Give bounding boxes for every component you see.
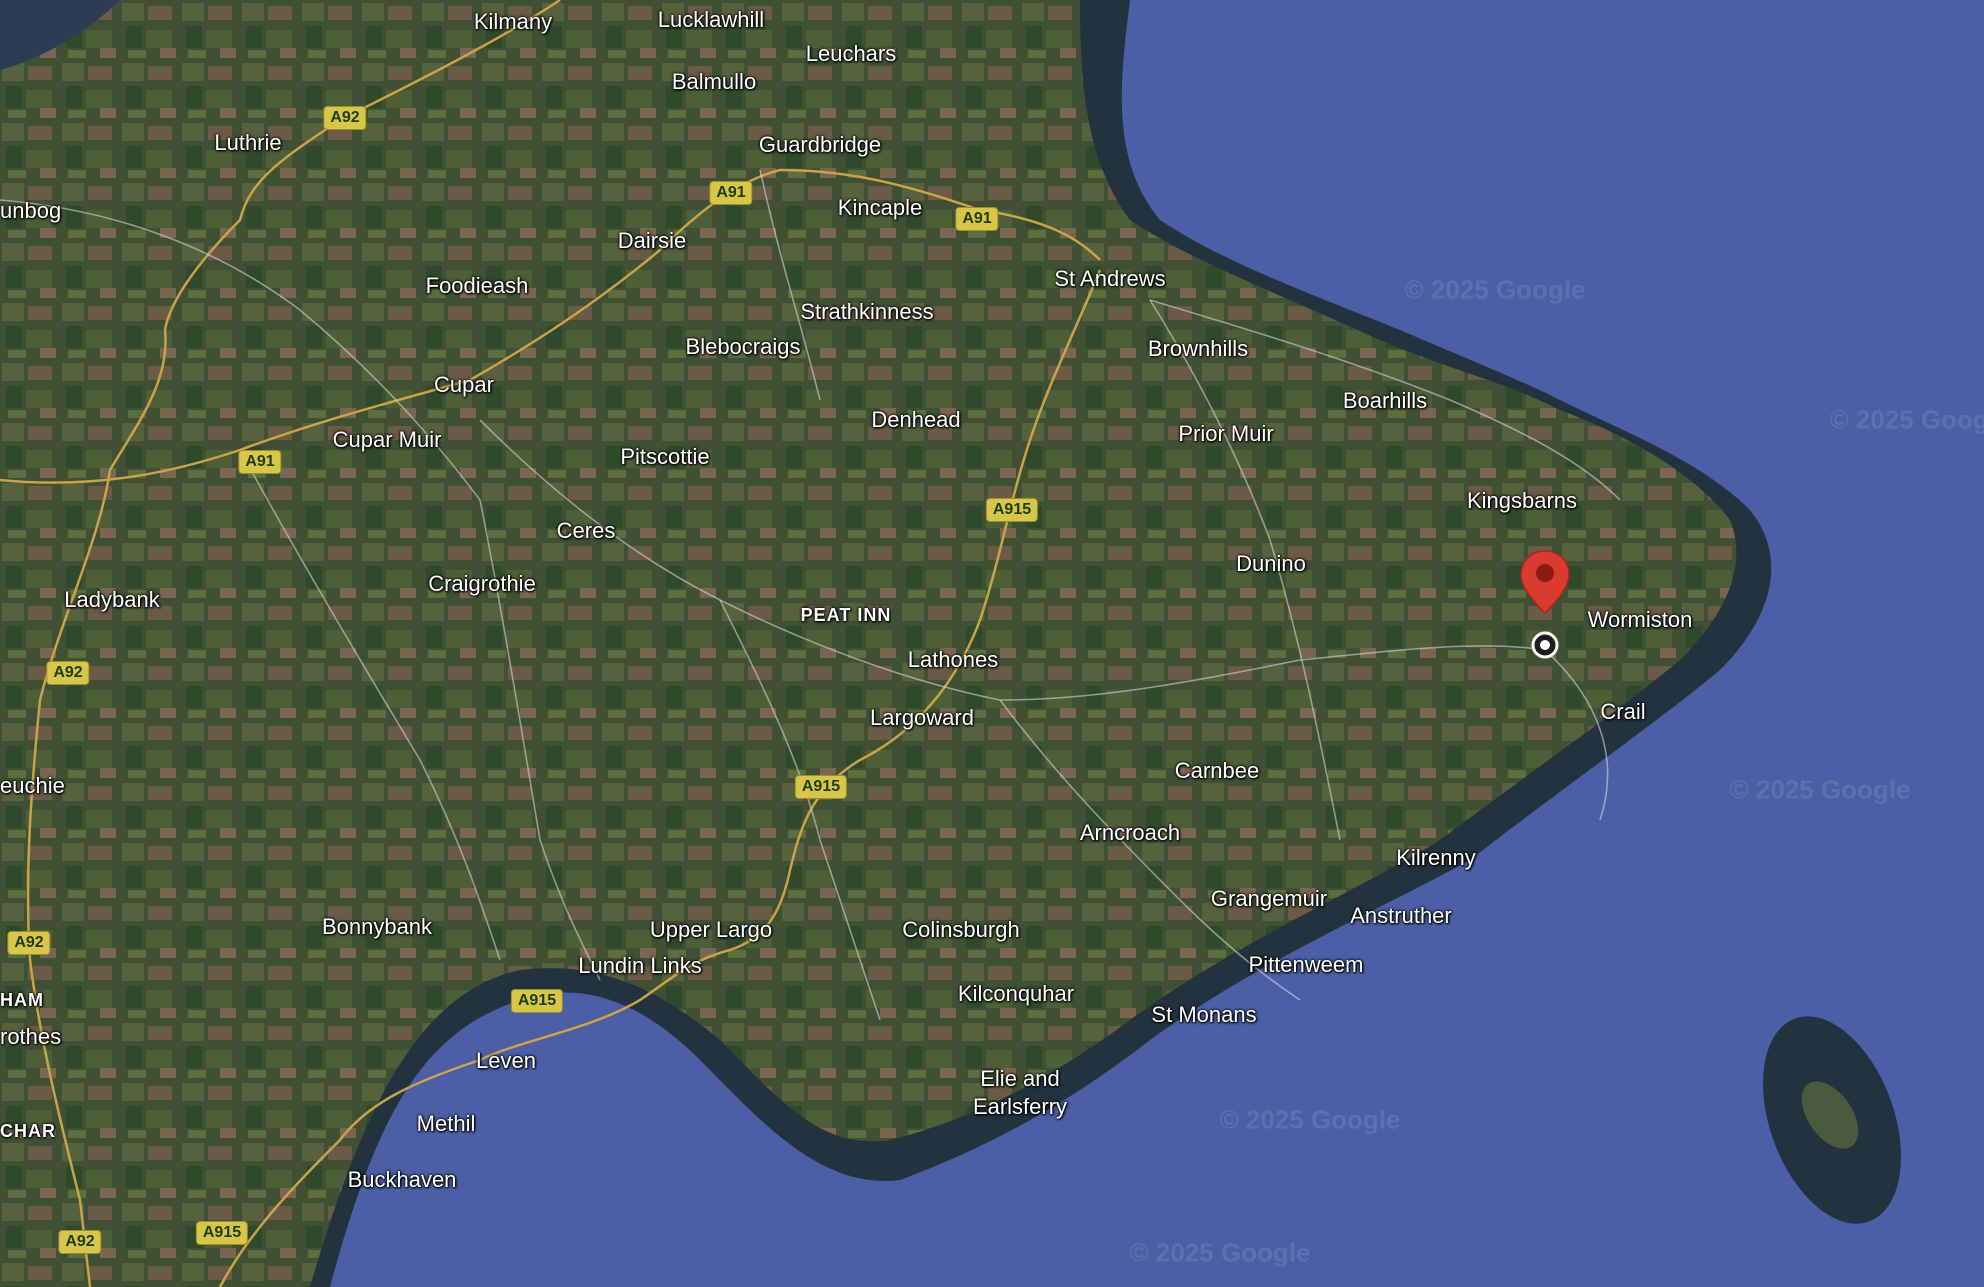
place-label[interactable]: Upper Largo <box>650 919 772 941</box>
watermark: © 2025 Google <box>1729 774 1911 805</box>
place-label[interactable]: Methil <box>417 1113 476 1135</box>
watermark: © 2025 Google <box>1129 1237 1311 1268</box>
place-label[interactable]: Craigrothie <box>428 573 536 595</box>
road-shield: A91 <box>709 181 753 205</box>
place-label[interactable]: PEAT INN <box>801 606 892 624</box>
road-shield: A92 <box>7 931 51 955</box>
place-label[interactable]: Lathones <box>908 649 999 671</box>
place-label[interactable]: Boarhills <box>1343 390 1427 412</box>
place-label[interactable]: Luthrie <box>214 132 281 154</box>
road-shield: A915 <box>195 1221 249 1245</box>
watermark: © 2025 Google <box>1219 1104 1401 1135</box>
place-label[interactable]: Balmullo <box>672 71 756 93</box>
place-label[interactable]: Brownhills <box>1148 338 1248 360</box>
place-label[interactable]: Grangemuir <box>1211 888 1327 910</box>
place-label[interactable]: Prior Muir <box>1178 423 1273 445</box>
place-label[interactable]: Denhead <box>871 409 960 431</box>
place-label[interactable]: Anstruther <box>1350 905 1452 927</box>
road-shield: A92 <box>58 1230 102 1254</box>
road-shield: A91 <box>955 207 999 231</box>
place-label[interactable]: Strathkinness <box>800 301 933 323</box>
place-label[interactable]: Ladybank <box>64 589 159 611</box>
place-label[interactable]: Lundin Links <box>578 955 702 977</box>
place-label[interactable]: Arncroach <box>1080 822 1180 844</box>
place-label[interactable]: Leven <box>476 1050 536 1072</box>
target-circle-icon <box>1531 631 1559 659</box>
place-label[interactable]: Leuchars <box>806 43 897 65</box>
place-label[interactable]: Guardbridge <box>759 134 881 156</box>
place-label[interactable]: Dairsie <box>618 230 686 252</box>
place-label[interactable]: Cupar Muir <box>333 429 442 451</box>
road-shield: A915 <box>510 989 564 1013</box>
place-label[interactable]: HAM <box>0 991 44 1009</box>
place-label[interactable]: Carnbee <box>1175 760 1259 782</box>
road-shield: A91 <box>238 450 282 474</box>
place-label[interactable]: Kingsbarns <box>1467 490 1577 512</box>
place-label[interactable]: Elie and <box>980 1068 1060 1090</box>
map-view[interactable]: © 2025 Google © 2025 Google © 2025 Googl… <box>0 0 1984 1287</box>
place-label[interactable]: Bonnybank <box>322 916 432 938</box>
place-label[interactable]: Ceres <box>557 520 616 542</box>
place-label[interactable]: Kincaple <box>838 197 922 219</box>
place-label[interactable]: Cupar <box>434 374 494 396</box>
place-label[interactable]: Kilmany <box>474 11 552 33</box>
place-label[interactable]: Kilconquhar <box>958 983 1074 1005</box>
road-shield: A915 <box>794 775 848 799</box>
watermark: © 2025 Google <box>1829 404 1984 435</box>
place-label[interactable]: Foodieash <box>426 275 529 297</box>
place-label[interactable]: Earlsferry <box>973 1096 1067 1118</box>
place-label[interactable]: St Monans <box>1151 1004 1256 1026</box>
place-label[interactable]: Colinsburgh <box>902 919 1019 941</box>
place-label[interactable]: Buckhaven <box>348 1169 457 1191</box>
place-label[interactable]: Lucklawhill <box>658 9 764 31</box>
place-label[interactable]: rothes <box>0 1026 61 1048</box>
place-label[interactable]: St Andrews <box>1054 268 1165 290</box>
watermark: © 2025 Google <box>1404 274 1586 305</box>
place-label[interactable]: Wormiston <box>1588 609 1693 631</box>
place-label[interactable]: Dunino <box>1236 553 1306 575</box>
place-label[interactable]: CHAR <box>0 1122 56 1140</box>
road-shield: A915 <box>985 498 1039 522</box>
road-shield: A92 <box>323 106 367 130</box>
place-label[interactable]: euchie <box>0 775 65 797</box>
road-shield: A92 <box>46 661 90 685</box>
place-label[interactable]: Crail <box>1600 701 1645 723</box>
place-label[interactable]: Kilrenny <box>1396 847 1475 869</box>
place-label[interactable]: unbog <box>0 200 61 222</box>
place-label[interactable]: Largoward <box>870 707 974 729</box>
place-label[interactable]: Pittenweem <box>1249 954 1364 976</box>
place-label[interactable]: Blebocraigs <box>686 336 801 358</box>
location-pin-icon[interactable] <box>1518 549 1572 620</box>
place-label[interactable]: Pitscottie <box>620 446 709 468</box>
